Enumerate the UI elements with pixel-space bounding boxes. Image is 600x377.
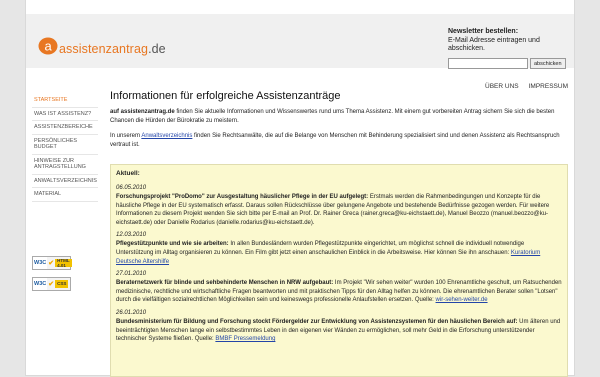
- newsletter-submit-button[interactable]: abschicken: [530, 58, 566, 69]
- news-date: 26.01.2010: [116, 309, 147, 316]
- news-date: 12.03.2010: [116, 232, 147, 239]
- top-navigation: ÜBER UNS IMPRESSUM: [485, 83, 568, 90]
- sidebar-item-was-ist-assistenz[interactable]: WAS IST ASSISTENZ?: [32, 108, 98, 121]
- newsletter-box: Newsletter bestellen: E-Mail Adresse ein…: [448, 28, 572, 69]
- nav-link-impressum[interactable]: IMPRESSUM: [529, 83, 568, 90]
- news-entry: 06.05.2010 Forschungsprojekt "ProDomo" z…: [111, 184, 567, 227]
- news-date: 06.05.2010: [116, 185, 147, 191]
- sidebar-item-startseite[interactable]: STARTSEITE: [32, 94, 98, 108]
- newsletter-text: E-Mail Adresse eintragen und abschicken.: [448, 36, 540, 53]
- sidebar-item-persoenliches-budget[interactable]: PERSÖNLICHES BUDGET: [32, 135, 98, 155]
- site-logo[interactable]: a assistenzantrag.de: [38, 36, 166, 56]
- sidebar-item-assistenzbereiche[interactable]: ASSISTENZBEREICHE: [32, 121, 98, 135]
- news-body: Bundesministerium für Bildung und Forsch…: [116, 318, 561, 343]
- logo-text: assistenzantrag.de: [59, 42, 166, 56]
- sidebar-item-material[interactable]: MATERIAL: [32, 188, 98, 202]
- w3c-html-badge[interactable]: W3C ✔ HTML 4.01: [32, 256, 72, 270]
- news-entry: 12.03.2010 Pflegestützpunkte und wie sie…: [111, 231, 567, 266]
- main-content: Informationen für erfolgreiche Assistenz…: [110, 90, 566, 156]
- svg-text:a: a: [45, 39, 53, 54]
- nav-link-ueber-uns[interactable]: ÜBER UNS: [485, 83, 519, 90]
- news-source-link[interactable]: wir-sehen-weiter.de: [436, 297, 488, 303]
- page-title: Informationen für erfolgreiche Assistenz…: [110, 90, 341, 102]
- validation-badges: W3C ✔ HTML 4.01 W3C ✔ CSS: [32, 256, 72, 298]
- news-source-link[interactable]: BMBF Pressemeldung: [215, 336, 275, 342]
- newsletter-title: Newsletter bestellen:: [448, 28, 519, 35]
- sidebar-item-anwaltsverzeichnis[interactable]: ANWALTSVERZEICHNIS: [32, 175, 98, 188]
- news-date: 27.01.2010: [116, 271, 147, 278]
- news-box: Aktuell: 06.05.2010 Forschungsprojekt "P…: [110, 164, 568, 377]
- page-container: a assistenzantrag.de Newsletter bestelle…: [26, 0, 574, 377]
- sidebar-item-hinweise-antragstellung[interactable]: HINWEISE ZUR ANTRAGSTELLUNG: [32, 155, 98, 175]
- news-body: Forschungsprojekt "ProDomo" zur Ausgesta…: [116, 194, 550, 226]
- checkmark-icon: ✔: [48, 281, 55, 288]
- logo-a-icon: a: [38, 36, 58, 56]
- checkmark-icon: ✔: [48, 260, 55, 267]
- site-header: a assistenzantrag.de Newsletter bestelle…: [26, 14, 574, 69]
- news-heading: Aktuell:: [116, 170, 140, 177]
- sidebar-menu: STARTSEITE WAS IST ASSISTENZ? ASSISTENZB…: [32, 94, 98, 202]
- w3c-css-badge[interactable]: W3C ✔ CSS: [32, 277, 71, 291]
- lawyer-directory-paragraph: In unserem Anwaltsverzeichnis finden Sie…: [110, 133, 560, 148]
- news-body: Pflegestützpunkte und wie sie arbeiten: …: [116, 241, 541, 265]
- newsletter-email-input[interactable]: [448, 58, 528, 69]
- intro-paragraph: auf assistenzantrag.de finden Sie aktuel…: [110, 109, 555, 124]
- news-body: Beraternetzwerk für blinde und sehbehind…: [116, 280, 562, 304]
- news-entry: 26.01.2010 Bundesministerium für Bildung…: [111, 309, 567, 344]
- lawyer-directory-link[interactable]: Anwaltsverzeichnis: [141, 133, 192, 139]
- news-entry: 27.01.2010 Beraternetzwerk für blinde un…: [111, 270, 567, 305]
